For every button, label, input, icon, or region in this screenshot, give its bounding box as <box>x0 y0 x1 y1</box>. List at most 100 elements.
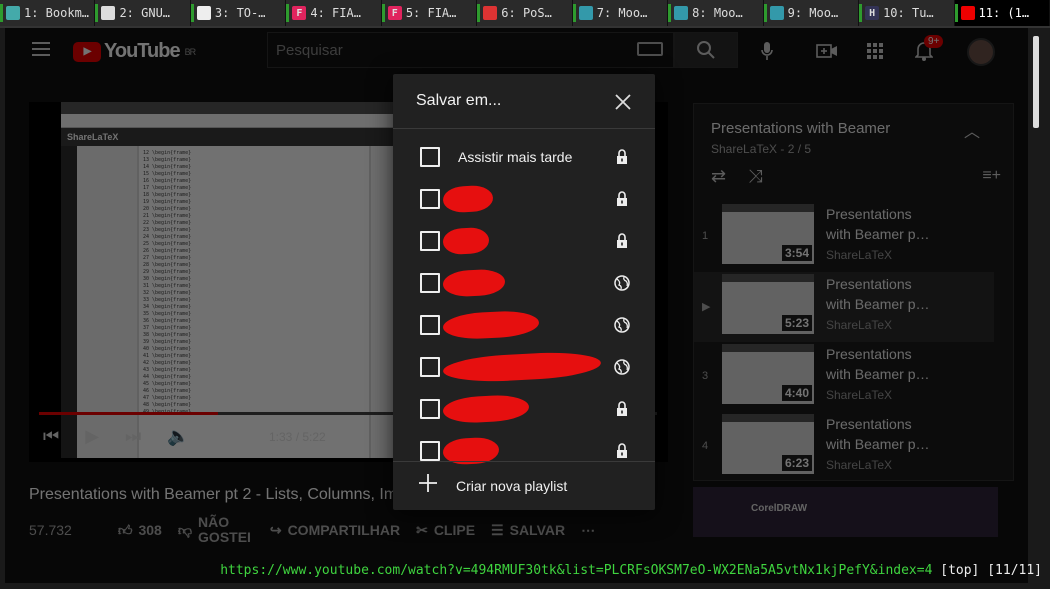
playlist-item-index: 3 <box>702 370 709 382</box>
playlist-add-icon: ☰ <box>491 521 504 538</box>
tab-label: 7: Moo… <box>596 6 648 20</box>
tab-favicon-icon <box>6 6 20 20</box>
browser-tab[interactable]: 7: Moo… <box>572 0 669 26</box>
browser-tab[interactable]: H 10: Tu… <box>859 0 955 26</box>
volume-icon[interactable]: 🔈 <box>167 426 189 447</box>
playlist-item-index: 4 <box>702 440 709 452</box>
browser-tab[interactable]: 8: Moo… <box>668 0 764 26</box>
playlist-option[interactable] <box>393 178 655 220</box>
playlist-option[interactable] <box>393 262 655 304</box>
playlist-item[interactable]: 4 6:23 Presentations with Beamer p… ShareLa… <box>694 412 994 480</box>
tab-favicon-icon <box>769 6 784 20</box>
checkbox[interactable] <box>420 231 440 251</box>
playlist-option[interactable] <box>393 388 655 430</box>
search-button[interactable] <box>674 32 738 68</box>
checkbox[interactable] <box>420 315 440 335</box>
checkbox[interactable] <box>420 147 440 167</box>
tab-favicon-icon <box>483 6 498 20</box>
collapse-chevron-icon[interactable]: ︿ <box>964 118 980 142</box>
shuffle-icon[interactable]: ⤨ <box>748 166 762 187</box>
lock-icon <box>613 232 631 250</box>
playlist-item[interactable]: ▶ 5:23 Presentations with Beamer p… ShareLa… <box>694 272 994 342</box>
dislike-button[interactable]: 👎︎ NÃO GOSTEI <box>178 515 254 545</box>
save-to-playlist-dialog: Salvar em... Assistir mais tarde Criar n… <box>393 74 655 510</box>
video-thumbnail: 3:54 <box>722 204 814 264</box>
playlist-title[interactable]: Presentations with Beamer <box>711 120 890 137</box>
playlist-option[interactable] <box>393 220 655 262</box>
playlist-item-channel: ShareLaTeX <box>826 248 893 262</box>
playlist-option-watch-later[interactable]: Assistir mais tarde <box>393 136 655 178</box>
playlist-item-title: Presentations with Beamer p… <box>826 276 930 312</box>
plus-icon <box>419 474 437 492</box>
checkbox[interactable] <box>420 357 440 377</box>
thumbs-up-icon: 👍︎ <box>117 521 133 538</box>
playlist-item[interactable]: 1 3:54 Presentations with Beamer p… ShareLa… <box>694 202 994 272</box>
status-position: [top] [11/11] <box>940 563 1042 578</box>
create-video-icon[interactable] <box>815 40 839 62</box>
share-icon: ↪ <box>269 521 282 538</box>
duration-badge: 3:54 <box>781 245 812 261</box>
youtube-play-icon: ▶ <box>73 41 101 62</box>
redaction-scribble <box>442 226 490 256</box>
search-input[interactable]: Pesquisar <box>267 32 674 68</box>
browser-tab[interactable]: F 4: FIA… <box>286 0 382 26</box>
close-button[interactable] <box>611 90 635 114</box>
playlist-option[interactable] <box>393 346 655 388</box>
browser-scrollbar[interactable] <box>1030 28 1050 589</box>
youtube-logo[interactable]: ▶ YouTube BR <box>73 40 196 63</box>
tab-favicon-icon: F <box>292 6 307 20</box>
ad-banner[interactable]: CorelDRAW <box>693 487 998 537</box>
clip-button[interactable]: ✂ CLIPE <box>416 522 475 539</box>
checkbox[interactable] <box>420 399 440 419</box>
lock-icon <box>613 400 631 418</box>
previous-icon[interactable]: ⏮ <box>43 426 59 447</box>
checkbox[interactable] <box>420 441 440 461</box>
playlist-item-title: Presentations with Beamer p… <box>826 416 930 452</box>
playlist-item-title: Presentations with Beamer p… <box>826 206 930 242</box>
play-icon[interactable]: ▶ <box>85 426 99 447</box>
redaction-scribble <box>442 309 540 341</box>
tab-label: 11: (1… <box>978 6 1030 20</box>
browser-tab-bar: 1: Bookm… G 2: GNU… 3: TO-… F 4: FIA… F 5: FIA…… <box>0 0 1050 28</box>
browser-tab[interactable]: G 2: GNU… <box>95 0 191 26</box>
microphone-icon[interactable] <box>757 40 777 62</box>
hamburger-menu-icon[interactable] <box>31 40 51 58</box>
playlist-controls: ⇄ ⤨ ≡+ <box>711 164 1001 188</box>
checkbox[interactable] <box>420 189 440 209</box>
apps-grid-icon[interactable] <box>865 41 885 61</box>
time-display: 1:33 / 5:22 <box>269 430 326 444</box>
browser-tab[interactable]: 6: PoS… <box>477 0 573 26</box>
scrollbar-thumb[interactable] <box>1033 36 1039 128</box>
playlist-option[interactable] <box>393 304 655 346</box>
tab-favicon-icon <box>578 6 593 20</box>
playlist-item[interactable]: 3 4:40 Presentations with Beamer p… ShareLa… <box>694 342 994 412</box>
save-button[interactable]: ☰ SALVAR <box>491 522 565 539</box>
browser-tab[interactable]: 9: Moo… <box>763 0 860 26</box>
more-actions-icon[interactable]: ⋯ <box>581 522 595 539</box>
tab-favicon-icon: H <box>865 6 880 20</box>
duration-badge: 6:23 <box>781 455 812 471</box>
tab-favicon-icon <box>674 6 689 20</box>
avatar[interactable] <box>967 38 995 66</box>
browser-tab[interactable]: F 5: FIA… <box>381 0 478 26</box>
tab-label: 3: TO-… <box>214 6 266 20</box>
browser-tab[interactable]: 11: (1… <box>954 0 1050 26</box>
like-button[interactable]: 👍︎ 308 <box>118 522 162 539</box>
loop-icon[interactable]: ⇄ <box>711 166 726 187</box>
playlist-menu-icon[interactable]: ≡+ <box>982 167 1001 185</box>
search-icon <box>697 41 715 59</box>
status-url: https://www.youtube.com/watch?v=494RMUF3… <box>220 563 933 578</box>
tab-label: 10: Tu… <box>883 6 934 20</box>
share-button[interactable]: ↪ COMPARTILHAR <box>270 522 400 539</box>
playlist-item-channel: ShareLaTeX <box>826 458 893 472</box>
checkbox[interactable] <box>420 273 440 293</box>
create-playlist-button[interactable]: Criar nova playlist <box>393 465 655 505</box>
browser-tab[interactable]: 1: Bookm… <box>0 0 96 26</box>
browser-tab[interactable]: 3: TO-… <box>190 0 287 26</box>
keyboard-icon[interactable] <box>637 42 663 56</box>
next-icon[interactable]: ⏭ <box>125 426 141 447</box>
tab-label: 2: GNU… <box>119 6 171 20</box>
tab-label: 5: FIA… <box>405 6 457 20</box>
notifications-bell-icon[interactable]: 9+ <box>912 35 944 63</box>
playlist-panel: Presentations with Beamer ShareLaTeX - 2… <box>693 103 1014 481</box>
